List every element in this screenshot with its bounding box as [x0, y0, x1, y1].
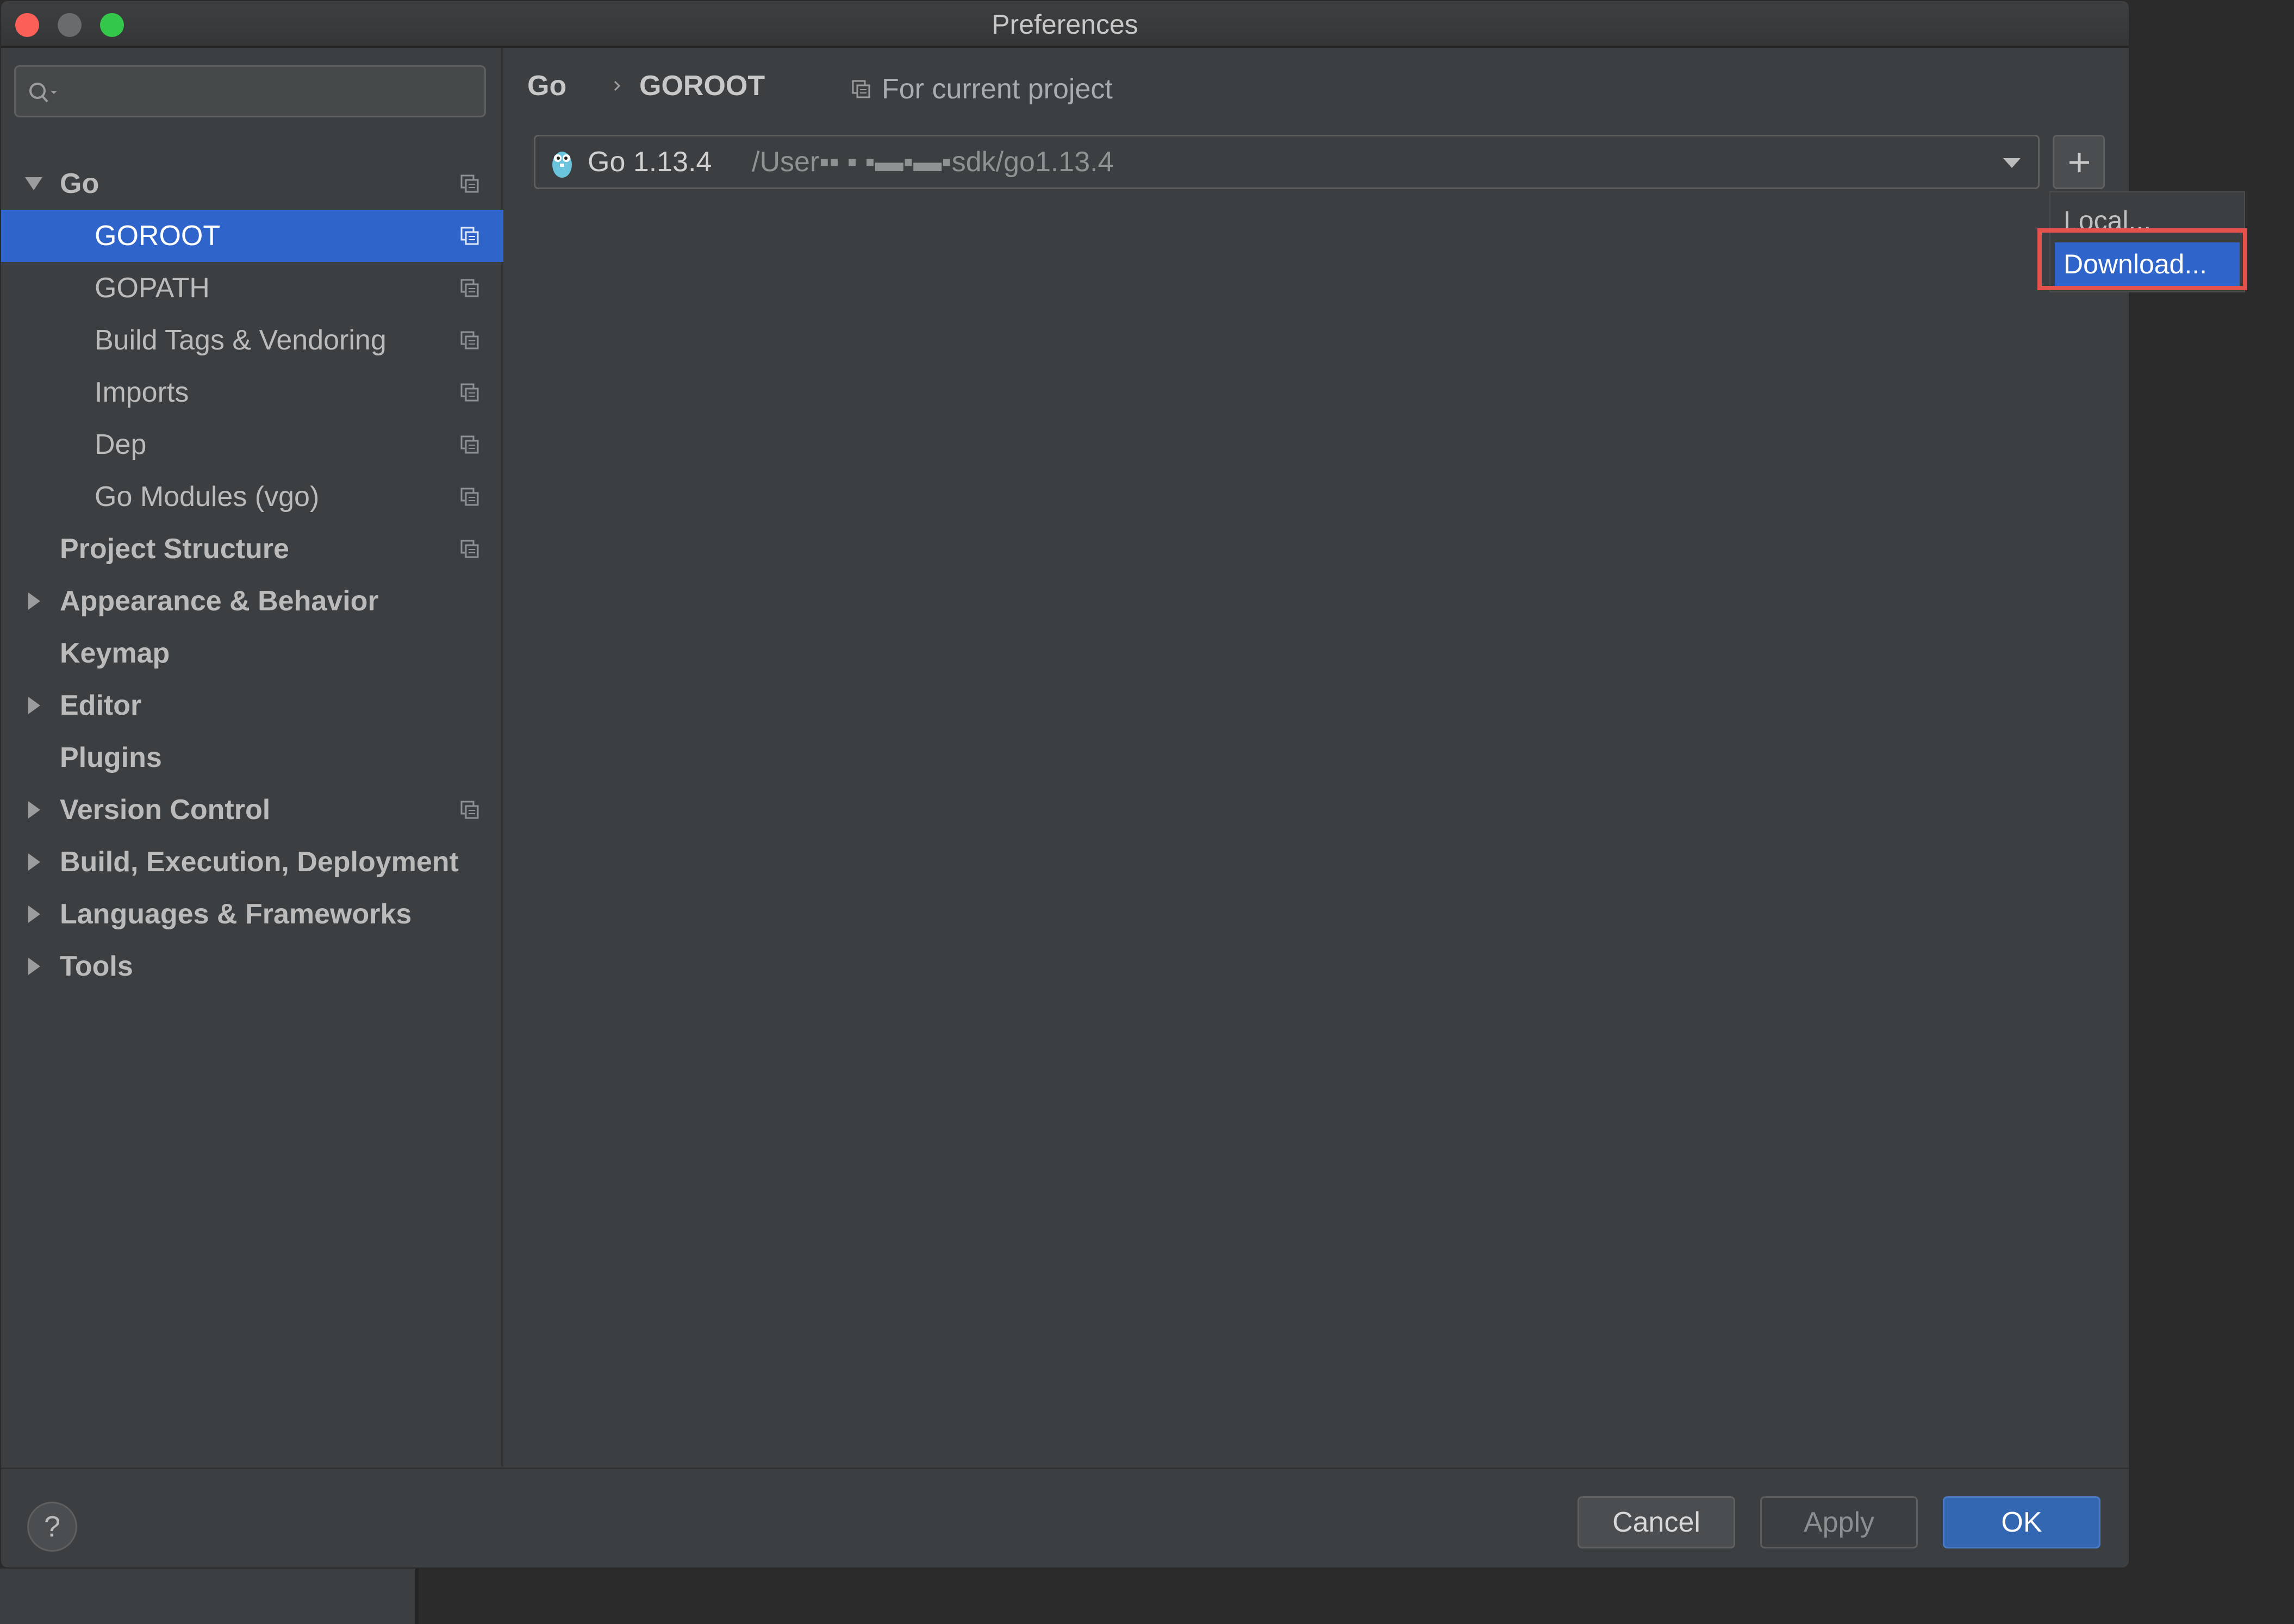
settings-sidebar: Go GOROOT GOPATH Build Tags & Vendoring Impo…: [1, 48, 503, 1466]
sidebar-item-version-control[interactable]: Version Control: [1, 784, 503, 836]
breadcrumb-parent[interactable]: Go: [527, 70, 566, 102]
goroot-sdk-dropdown[interactable]: Go 1.13.4 /User▪▪ ▪ ▪▬▪▬▪sdk/go1.13.4: [534, 135, 2040, 189]
copy-icon: [460, 540, 479, 558]
sidebar-item-label: GOPATH: [95, 272, 210, 304]
copy-icon: [460, 331, 479, 349]
sidebar-item-imports[interactable]: Imports: [1, 366, 503, 419]
copy-icon: [460, 279, 479, 297]
add-sdk-button[interactable]: [2053, 135, 2105, 189]
menu-item-local[interactable]: Local...: [2050, 199, 2244, 242]
sidebar-item-label: Tools: [60, 951, 133, 982]
sidebar-item-gopath[interactable]: GOPATH: [1, 262, 503, 314]
copy-icon: [460, 383, 479, 402]
scope-label: For current project: [882, 73, 1113, 105]
plus-icon: [2069, 153, 2089, 172]
copy-icon: [852, 80, 870, 98]
sidebar-item-label: Keymap: [60, 638, 170, 669]
sdk-path: /User▪▪ ▪ ▪▬▪▬▪sdk/go1.13.4: [752, 146, 1114, 178]
collapse-arrow-icon[interactable]: [23, 836, 45, 888]
sidebar-item-project-structure[interactable]: Project Structure: [1, 523, 503, 575]
sdk-name: Go 1.13.4: [588, 146, 712, 178]
dropdown-arrow-icon[interactable]: [2002, 156, 2022, 169]
sidebar-item-label: Build, Execution, Deployment: [60, 846, 459, 878]
collapse-arrow-icon[interactable]: [23, 888, 45, 940]
sidebar-item-label: Imports: [95, 377, 189, 408]
sidebar-item-label: Go Modules (vgo): [95, 481, 320, 513]
copy-icon: [460, 227, 479, 245]
dialog-footer: ? Cancel Apply OK: [1, 1467, 2129, 1567]
sidebar-item-label: Languages & Frameworks: [60, 898, 412, 930]
ok-button[interactable]: OK: [1943, 1496, 2100, 1548]
sidebar-item-build-tags-vendoring[interactable]: Build Tags & Vendoring: [1, 314, 503, 366]
search-icon: [29, 83, 57, 103]
sidebar-item-label: Go: [60, 168, 99, 199]
add-sdk-menu: Local... Download...: [2049, 191, 2245, 292]
expand-arrow-icon[interactable]: [23, 158, 45, 210]
sidebar-item-build-execution-deployment[interactable]: Build, Execution, Deployment: [1, 836, 503, 888]
collapse-arrow-icon[interactable]: [23, 679, 45, 732]
background-divider: [415, 1569, 419, 1624]
sidebar-item-label: Dep: [95, 429, 147, 460]
breadcrumb: Go GOROOT: [527, 64, 765, 108]
sidebar-item-label: Version Control: [60, 794, 271, 826]
copy-icon: [460, 488, 479, 506]
collapse-arrow-icon[interactable]: [23, 784, 45, 836]
apply-button[interactable]: Apply: [1760, 1496, 1918, 1548]
sidebar-item-goroot[interactable]: GOROOT: [1, 210, 503, 262]
background-panel: [0, 1569, 419, 1624]
gopher-icon: [552, 152, 572, 178]
sidebar-item-label: Appearance & Behavior: [60, 585, 379, 617]
sidebar-item-plugins[interactable]: Plugins: [1, 732, 503, 784]
window-title: Preferences: [992, 9, 1138, 40]
sidebar-item-appearance-behavior[interactable]: Appearance & Behavior: [1, 575, 503, 627]
sidebar-item-label: GOROOT: [95, 220, 221, 252]
sidebar-item-dep[interactable]: Dep: [1, 419, 503, 471]
sidebar-item-go[interactable]: Go: [1, 158, 503, 210]
breadcrumb-current: GOROOT: [639, 70, 765, 102]
sidebar-item-label: Build Tags & Vendoring: [95, 324, 387, 356]
sidebar-item-label: Plugins: [60, 742, 162, 773]
copy-icon: [460, 801, 479, 819]
sidebar-item-label: Editor: [60, 690, 142, 721]
sidebar-item-editor[interactable]: Editor: [1, 679, 503, 732]
menu-item-download[interactable]: Download...: [2055, 242, 2240, 286]
search-input[interactable]: [65, 67, 478, 116]
sidebar-item-label: Project Structure: [60, 533, 289, 565]
goroot-settings-panel: Go GOROOT For current project Go 1.13.4 …: [506, 48, 2129, 1466]
copy-icon: [460, 435, 479, 454]
preferences-dialog: Preferences Go GOROOT GOPATH Build Tags & V…: [0, 0, 2130, 1569]
sidebar-item-go-modules-vgo[interactable]: Go Modules (vgo): [1, 471, 503, 523]
titlebar: Preferences: [1, 1, 2129, 48]
cancel-button[interactable]: Cancel: [1578, 1496, 1735, 1548]
copy-icon: [460, 174, 479, 193]
collapse-arrow-icon[interactable]: [23, 575, 45, 627]
chevron-right-icon: [614, 80, 621, 91]
collapse-arrow-icon[interactable]: [23, 940, 45, 992]
settings-search[interactable]: [14, 65, 486, 117]
help-button[interactable]: ?: [27, 1502, 77, 1552]
sidebar-item-keymap[interactable]: Keymap: [1, 627, 503, 679]
sidebar-item-languages-frameworks[interactable]: Languages & Frameworks: [1, 888, 503, 940]
sidebar-item-tools[interactable]: Tools: [1, 940, 503, 992]
